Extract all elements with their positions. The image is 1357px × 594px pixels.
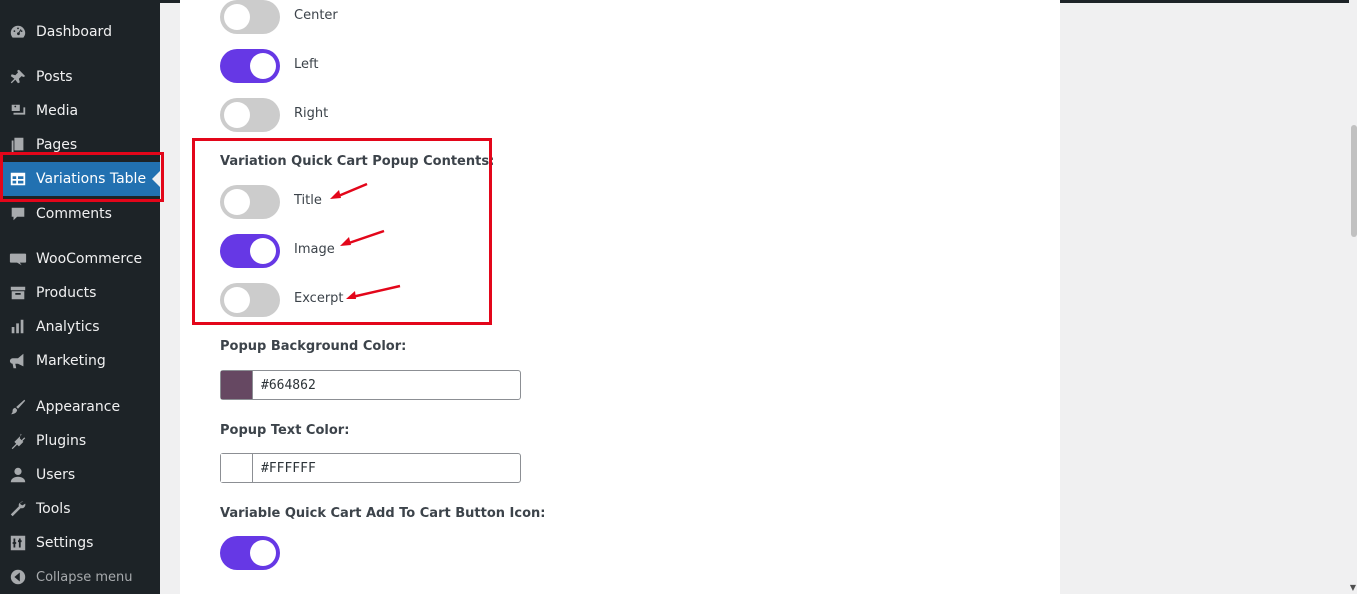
toggle-knob [250,238,276,264]
scroll-down-icon[interactable]: ▼ [1350,583,1356,592]
pin-icon [8,67,28,87]
dashboard-icon [8,22,28,42]
sidebar-item-settings[interactable]: Settings [0,526,160,560]
comment-icon [8,204,28,224]
sidebar-item-posts[interactable]: Posts [0,60,160,94]
sidebar-item-label: Comments [36,206,112,222]
page-scrollbar[interactable] [1349,0,1357,594]
popup-background-label: Popup Background Color: [220,339,407,354]
sidebar-item-label: Plugins [36,433,87,449]
archive-icon [8,283,28,303]
sidebar-item-marketing[interactable]: Marketing [0,344,160,378]
toggle-knob [224,287,250,313]
add-to-cart-icon-label: Variable Quick Cart Add To Cart Button I… [220,506,546,521]
sidebar-item-products[interactable]: Products [0,276,160,310]
toggle-knob [250,540,276,566]
sidebar-item-label: Users [36,467,76,483]
sidebar-item-woocommerce[interactable]: WooCommerce [0,242,160,276]
scrollbar-thumb[interactable] [1351,125,1357,237]
toggle-add-to-cart-icon[interactable] [220,536,280,570]
media-icon [8,101,28,121]
popup-text-color-field [220,453,521,483]
sidebar-item-label: WooCommerce [36,251,143,267]
sidebar-item-tools[interactable]: Tools [0,492,160,526]
toggle-center[interactable] [220,0,280,34]
sidebar-item-label: Pages [36,137,78,153]
toggle-title[interactable] [220,185,280,219]
sidebar-item-label: Settings [36,535,94,551]
sidebar-item-label: Products [36,285,97,301]
sidebar-item-users[interactable]: Users [0,458,160,492]
sidebar-item-plugins[interactable]: Plugins [0,424,160,458]
toggle-center-label: Center [294,8,338,23]
woo-icon [8,249,28,269]
sidebar-item-label: Marketing [36,353,106,369]
toggle-knob [250,53,276,79]
sidebar-item-label: Tools [36,501,71,517]
toggle-knob [224,4,250,30]
sidebar-item-label: Appearance [36,399,121,415]
sidebar-item-comments[interactable]: Comments [0,197,160,231]
sidebar-item-label: Analytics [36,319,100,335]
brush-icon [8,397,28,417]
popup-text-color-label: Popup Text Color: [220,423,350,438]
toggle-knob [224,102,250,128]
toggle-title-label: Title [294,193,322,208]
collapse-menu-label: Collapse menu [36,569,133,585]
table-icon [8,169,28,189]
user-icon [8,465,28,485]
toggle-image[interactable] [220,234,280,268]
sliders-icon [8,533,28,553]
sidebar-item-appearance[interactable]: Appearance [0,390,160,424]
sidebar-item-dashboard[interactable]: Dashboard [0,15,160,49]
toggle-image-label: Image [294,242,335,257]
wrench-icon [8,499,28,519]
color-swatch[interactable] [221,371,253,399]
sidebar-item-pages[interactable]: Pages [0,128,160,162]
sidebar-item-analytics[interactable]: Analytics [0,310,160,344]
toggle-knob [224,189,250,215]
collapse-menu-button[interactable]: Collapse menu [0,560,160,594]
pages-icon [8,135,28,155]
popup-text-color-input[interactable] [253,454,520,482]
admin-sidebar: Dashboard Posts Media Pages Variations T… [0,0,160,594]
sidebar-item-variations-table[interactable]: Variations Table [0,162,160,196]
megaphone-icon [8,351,28,371]
toggle-left[interactable] [220,49,280,83]
toggle-excerpt-label: Excerpt [294,291,344,306]
toggle-left-label: Left [294,57,319,72]
popup-background-input[interactable] [253,371,520,399]
sidebar-item-label: Dashboard [36,24,112,40]
sidebar-item-label: Variations Table [36,171,147,187]
sidebar-item-label: Posts [36,69,73,85]
popup-background-field [220,370,521,400]
collapse-arrow-icon [8,567,28,587]
chart-bar-icon [8,317,28,337]
toggle-right-label: Right [294,106,329,121]
sidebar-item-label: Media [36,103,79,119]
sidebar-item-media[interactable]: Media [0,94,160,128]
popup-contents-heading: Variation Quick Cart Popup Contents: [220,154,495,169]
toggle-excerpt[interactable] [220,283,280,317]
plug-icon [8,431,28,451]
toggle-right[interactable] [220,98,280,132]
color-swatch[interactable] [221,454,253,482]
